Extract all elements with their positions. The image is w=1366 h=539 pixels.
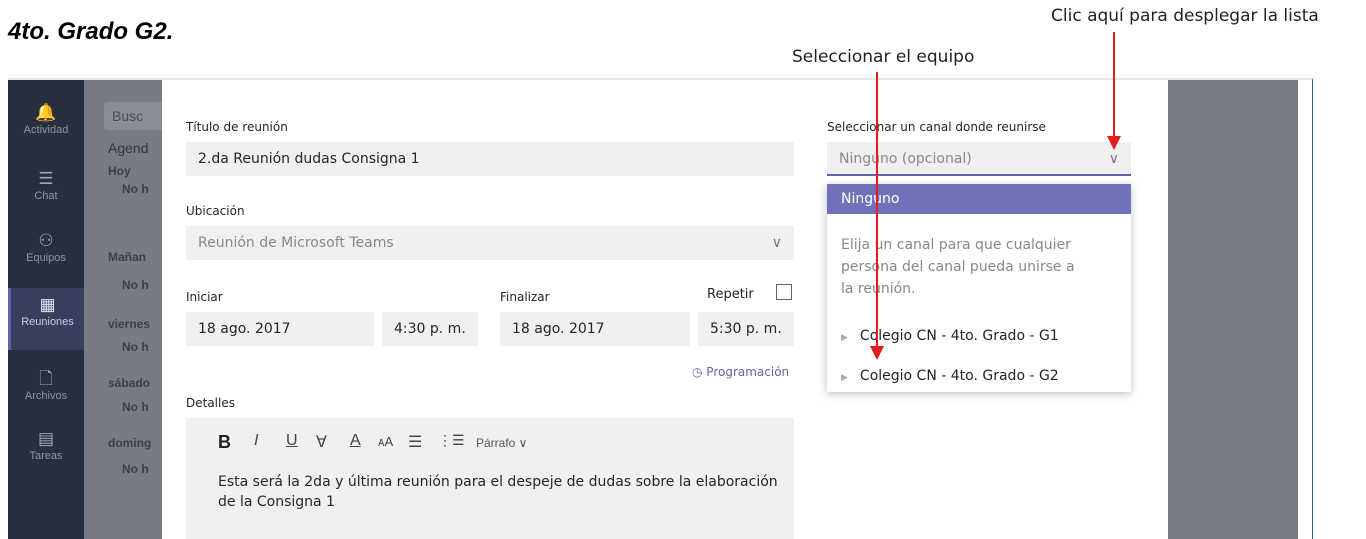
agenda-day: sábado <box>108 376 151 390</box>
option-channel-g1[interactable]: ▶ Colegio CN - 4to. Grado - G1 <box>841 328 1059 344</box>
schedule-label: Programación <box>706 365 790 379</box>
chevron-down-icon[interactable]: ∨ <box>1109 142 1119 176</box>
option-channel-g2[interactable]: ▶ Colegio CN - 4to. Grado - G2 <box>841 368 1059 384</box>
end-label: Finalizar <box>500 290 550 304</box>
agenda-status: No h <box>122 340 149 354</box>
start-label: Iniciar <box>186 290 223 304</box>
agenda-day: Hoy <box>108 164 131 178</box>
option-label: Colegio CN - 4to. Grado - G1 <box>859 328 1059 344</box>
app-rail: 🔔 Actividad ☰ Chat ⚇ Equipos ▦ Reuniones… <box>8 80 84 539</box>
font-size-button[interactable]: ᴀA <box>378 434 393 449</box>
strikethrough-button[interactable]: ∀ <box>316 432 327 452</box>
option-label: Colegio CN - 4to. Grado - G2 <box>859 368 1059 384</box>
annotation-expand-list: Clic aquí para desplegar la lista <box>1051 6 1319 26</box>
channel-help-text: Elija un canal para que cualquier person… <box>841 237 1075 297</box>
calendar-icon: ▦ <box>39 295 56 314</box>
rail-item-chat[interactable]: ☰ Chat <box>8 162 84 218</box>
rail-item-actividad[interactable]: 🔔 Actividad <box>8 96 84 152</box>
rail-item-equipos[interactable]: ⚇ Equipos <box>8 224 84 280</box>
clock-icon: ◷ <box>692 365 707 379</box>
paragraph-dropdown[interactable]: Párrafo ∨ <box>476 436 527 450</box>
start-time-input[interactable]: 4:30 p. m. <box>382 312 478 346</box>
schedule-link[interactable]: ◷ Programación <box>692 365 789 379</box>
details-text: Esta será la 2da y última reunión para e… <box>218 474 778 510</box>
agenda-status: No h <box>122 182 149 196</box>
rail-item-label: Reuniones <box>21 316 74 328</box>
teams-window: 🔔 Actividad ☰ Chat ⚇ Equipos ▦ Reuniones… <box>8 78 1313 539</box>
underline-button[interactable]: U <box>286 432 298 450</box>
location-select[interactable]: Reunión de Microsoft Teams ∨ <box>186 226 794 260</box>
italic-button[interactable]: I <box>254 432 258 450</box>
chevron-down-icon: ∨ <box>771 235 782 251</box>
expand-triangle-icon: ▶ <box>841 333 848 343</box>
location-value: Reunión de Microsoft Teams <box>198 235 394 251</box>
bullet-list-button[interactable]: ☰ <box>408 432 422 452</box>
rail-item-label: Tareas <box>29 450 63 462</box>
location-label: Ubicación <box>186 204 245 218</box>
title-label: Título de reunión <box>186 120 288 134</box>
rail-item-label: Chat <box>34 190 58 202</box>
details-editor[interactable]: B I U ∀ A ᴀA ☰ ⋮☰ Párrafo ∨ Esta será la… <box>186 418 794 539</box>
end-date-input[interactable]: 18 ago. 2017 <box>500 312 690 346</box>
repeat-label: Repetir <box>707 287 754 302</box>
file-icon: 🗋 <box>39 369 53 388</box>
agenda-status: No h <box>122 278 149 292</box>
numbered-list-button[interactable]: ⋮☰ <box>438 432 465 449</box>
agenda-status: No h <box>122 462 149 476</box>
annotation-select-team: Seleccionar el equipo <box>792 47 975 67</box>
teams-icon: ⚇ <box>38 231 54 250</box>
repeat-checkbox[interactable] <box>776 284 792 300</box>
start-date-input[interactable]: 18 ago. 2017 <box>186 312 374 346</box>
font-color-button[interactable]: A <box>350 432 361 450</box>
agenda-day: viernes <box>108 317 151 331</box>
details-label: Detalles <box>186 396 235 410</box>
agenda-list: Busc Agend Hoy No h Mañan No h viernes N… <box>84 80 164 539</box>
agenda-status: No h <box>122 400 149 414</box>
rail-item-archivos[interactable]: 🗋 Archivos <box>8 362 84 418</box>
agenda-day: Mañan <box>108 250 147 264</box>
rail-item-label: Actividad <box>23 124 69 136</box>
rail-item-label: Archivos <box>24 390 68 402</box>
meeting-form-panel: Título de reunión 2.da Reunión dudas Con… <box>162 80 1169 539</box>
tasks-icon: ▤ <box>37 429 55 448</box>
channel-dropdown: Ninguno Elija un canal para que cualquie… <box>827 184 1131 392</box>
channel-placeholder: Ninguno (opcional) <box>839 151 972 167</box>
bold-button[interactable]: B <box>218 432 231 453</box>
end-time-input[interactable]: 5:30 p. m. <box>698 312 794 346</box>
agenda-title: Agend <box>108 140 149 156</box>
chat-icon: ☰ <box>38 169 54 188</box>
search-input[interactable]: Busc <box>104 102 164 130</box>
channel-select[interactable]: Ninguno (opcional) ∨ <box>827 142 1131 176</box>
bell-icon: 🔔 <box>35 103 57 122</box>
channel-label: Seleccionar un canal donde reunirse <box>827 120 1046 134</box>
rail-item-reuniones[interactable]: ▦ Reuniones <box>8 288 84 350</box>
option-ninguno[interactable]: Ninguno <box>827 184 1131 214</box>
agenda-day: doming <box>108 436 152 450</box>
page-heading: 4to. Grado G2. <box>8 18 174 45</box>
expand-triangle-icon: ▶ <box>841 373 848 383</box>
rail-item-tareas[interactable]: ▤ Tareas <box>8 422 84 478</box>
rail-item-label: Equipos <box>26 252 66 264</box>
meeting-title-input[interactable]: 2.da Reunión dudas Consigna 1 <box>186 142 794 176</box>
overlay-background <box>1168 80 1298 539</box>
